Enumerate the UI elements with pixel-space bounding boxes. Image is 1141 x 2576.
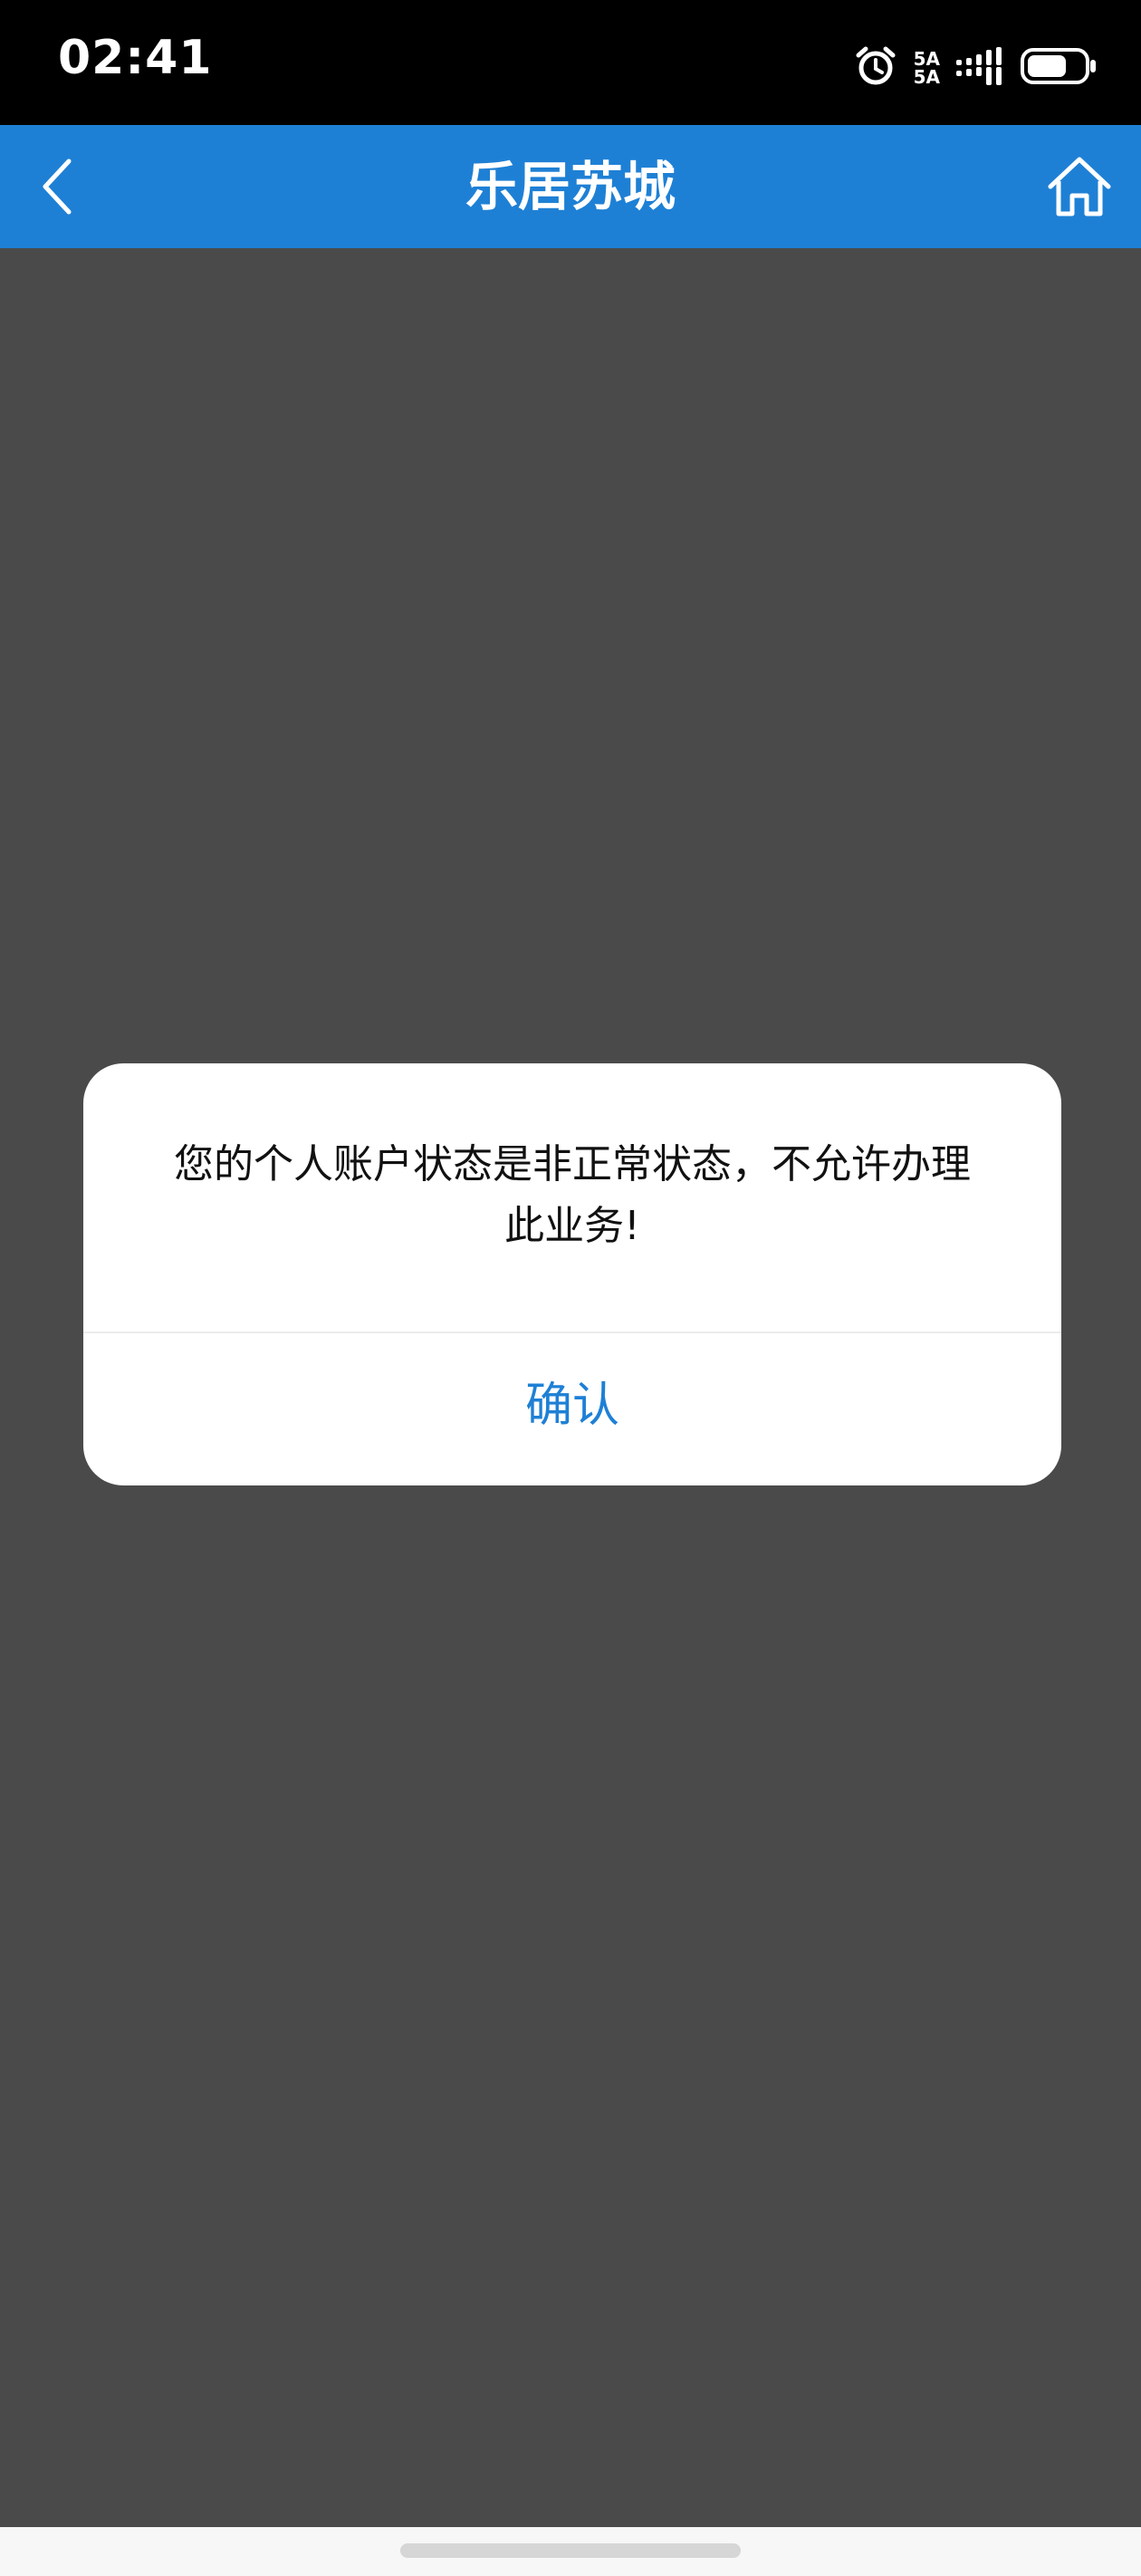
network-label-2: 5A: [913, 66, 940, 88]
chevron-left-icon: [43, 159, 72, 215]
page-title: 乐居苏城: [465, 156, 676, 217]
home-icon: [1048, 157, 1111, 216]
alarm-icon: [854, 44, 897, 91]
system-nav-bar: [0, 2527, 1141, 2576]
network-label-1: 5A: [913, 48, 940, 70]
status-bar: 02:41 5A 5A: [0, 0, 1141, 125]
battery-icon: [1020, 46, 1098, 90]
confirm-button[interactable]: 确认: [83, 1333, 1061, 1485]
app-header: 乐居苏城: [0, 125, 1141, 248]
network-labels: 5A 5A: [914, 50, 940, 86]
status-icons: 5A 5A: [854, 45, 1098, 91]
alert-dialog: 您的个人账户状态是非正常状态，不允许办理此业务! 确认: [83, 1063, 1061, 1485]
screen: 02:41 5A 5A 乐居苏城 您的个人账户状态是非正常状态，不允许办理此业务…: [0, 0, 1141, 2576]
dialog-message: 您的个人账户状态是非正常状态，不允许办理此业务!: [174, 1141, 971, 1249]
home-indicator[interactable]: [400, 2543, 741, 2558]
home-button[interactable]: [1041, 150, 1117, 223]
signal-icon: [956, 47, 1003, 89]
status-time: 02:41: [58, 31, 213, 85]
back-button[interactable]: [24, 152, 92, 221]
